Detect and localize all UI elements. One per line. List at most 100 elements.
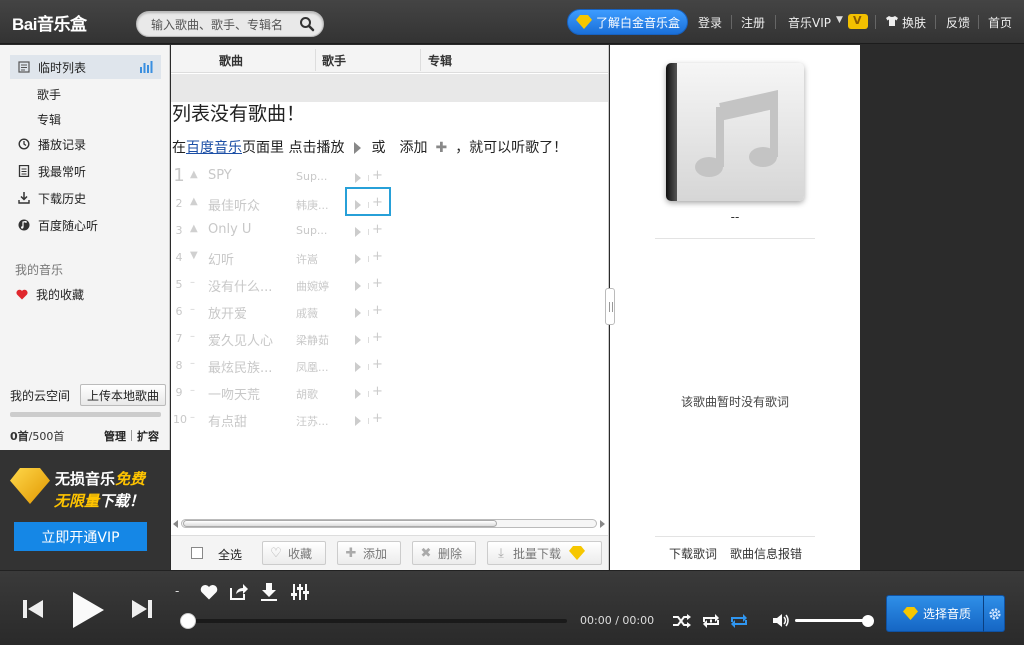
song-artist[interactable]: Sup... xyxy=(296,224,332,237)
scroll-left-icon[interactable] xyxy=(173,520,178,528)
horizontal-scrollbar[interactable] xyxy=(171,517,608,529)
share-icon[interactable] xyxy=(230,583,248,600)
song-row[interactable]: 9– 一吻天荒 胡歌 + xyxy=(171,381,396,407)
song-title[interactable]: 没有什么... xyxy=(208,276,286,295)
column-header-song[interactable]: 歌曲 xyxy=(219,52,243,69)
play-icon[interactable] xyxy=(355,227,361,237)
column-header-artist[interactable]: 歌手 xyxy=(322,52,346,69)
previous-track-icon[interactable] xyxy=(22,599,44,619)
volume-icon[interactable] xyxy=(773,613,790,628)
plus-icon[interactable]: + xyxy=(372,411,383,426)
sidebar-item-play-history[interactable]: 播放记录 xyxy=(10,132,161,156)
play-icon[interactable] xyxy=(355,416,361,426)
play-icon[interactable] xyxy=(355,335,361,345)
song-artist[interactable]: 凤凰... xyxy=(296,359,332,375)
song-title[interactable]: 一吻天荒 xyxy=(208,384,286,403)
feedback-link[interactable]: 反馈 xyxy=(946,14,970,31)
favorite-button[interactable]: ♡ 收藏 xyxy=(262,541,326,565)
equalizer-settings-icon[interactable] xyxy=(291,584,309,600)
chevron-down-icon[interactable]: ▼ xyxy=(836,15,843,25)
plus-icon[interactable]: + xyxy=(372,330,383,345)
repeat-icon[interactable] xyxy=(730,613,748,629)
music-vip-link[interactable]: 音乐VIP xyxy=(788,14,831,31)
play-icon[interactable] xyxy=(355,389,361,399)
song-row[interactable]: 8– 最炫民族... 凤凰... + xyxy=(171,354,396,380)
register-link[interactable]: 注册 xyxy=(741,14,765,31)
play-icon[interactable] xyxy=(355,281,361,291)
login-link[interactable]: 登录 xyxy=(698,14,722,31)
play-icon[interactable] xyxy=(71,591,105,629)
expand-capacity-link[interactable]: 扩容 xyxy=(137,428,159,444)
progress-handle[interactable] xyxy=(180,613,196,629)
song-row[interactable]: 3 ▲ Only U Sup... + xyxy=(171,219,396,245)
volume-handle[interactable] xyxy=(862,615,874,627)
batch-download-button[interactable]: ⤓ 批量下载 xyxy=(487,541,602,565)
loop-one-icon[interactable] xyxy=(702,613,720,629)
song-title[interactable]: 幻听 xyxy=(208,249,286,268)
song-artist[interactable]: 梁静茹 xyxy=(296,332,332,348)
column-header-album[interactable]: 专辑 xyxy=(428,52,452,69)
sidebar-item-download-history[interactable]: 下载历史 xyxy=(10,186,161,210)
song-row[interactable]: 4 ▼ 幻听 许嵩 + xyxy=(171,246,396,272)
next-track-icon[interactable] xyxy=(131,599,153,619)
play-icon[interactable] xyxy=(355,254,361,264)
sidebar-item-current-list[interactable]: 临时列表 xyxy=(10,55,161,79)
song-title[interactable]: SPY xyxy=(208,168,286,183)
song-artist[interactable]: 许嵩 xyxy=(296,251,332,267)
sidebar-item-singer[interactable]: 歌手 xyxy=(37,86,61,103)
play-icon[interactable] xyxy=(355,308,361,318)
song-artist[interactable]: 胡歌 xyxy=(296,386,332,402)
song-artist[interactable]: 汪苏... xyxy=(296,413,332,429)
skin-link[interactable]: 换肤 xyxy=(902,14,926,31)
manage-link[interactable]: 管理 xyxy=(104,428,126,444)
song-artist[interactable]: Sup... xyxy=(296,170,332,183)
open-vip-button[interactable]: 立即开通VIP xyxy=(14,522,147,551)
plus-icon[interactable]: + xyxy=(372,357,383,372)
song-title[interactable]: 最炫民族... xyxy=(208,357,286,376)
plus-icon[interactable]: + xyxy=(372,222,383,237)
search-input[interactable] xyxy=(151,16,296,33)
sidebar-item-baidu-random[interactable]: 百度随心听 xyxy=(10,213,161,237)
song-row[interactable]: 5– 没有什么... 曲婉婷 + xyxy=(171,273,396,299)
quality-settings-button[interactable] xyxy=(983,595,1005,632)
home-link[interactable]: 首页 xyxy=(988,14,1012,31)
song-artist[interactable]: 曲婉婷 xyxy=(296,278,332,294)
song-artist[interactable]: 韩庚... xyxy=(296,197,332,213)
tshirt-icon[interactable] xyxy=(886,15,898,27)
shuffle-icon[interactable] xyxy=(673,614,691,628)
song-title[interactable]: 放开爱 xyxy=(208,303,286,322)
baidu-music-logo[interactable]: Bai音乐盒 xyxy=(12,7,87,37)
play-icon[interactable] xyxy=(355,362,361,372)
plus-icon[interactable]: + xyxy=(372,384,383,399)
upload-local-songs-button[interactable]: 上传本地歌曲 xyxy=(80,384,166,406)
song-title[interactable]: Only U xyxy=(208,222,286,237)
add-button[interactable]: ✚ 添加 xyxy=(337,541,401,565)
report-song-error-link[interactable]: 歌曲信息报错 xyxy=(730,545,802,562)
panel-collapse-handle[interactable] xyxy=(605,288,615,325)
sidebar-item-album[interactable]: 专辑 xyxy=(37,111,61,128)
scroll-right-icon[interactable] xyxy=(600,520,605,528)
sidebar-item-most-played[interactable]: 我最常听 xyxy=(10,159,161,183)
platinum-music-box-button[interactable]: 了解白金音乐盒 xyxy=(567,9,688,35)
song-row[interactable]: 6– 放开爱 戚薇 + xyxy=(171,300,396,326)
song-artist[interactable]: 戚薇 xyxy=(296,305,332,321)
select-all-label[interactable]: 全选 xyxy=(218,546,242,563)
song-row[interactable]: 10– 有点甜 汪苏... + xyxy=(171,408,396,434)
plus-icon[interactable]: + xyxy=(372,249,383,264)
progress-bar[interactable] xyxy=(186,619,567,623)
sidebar-item-favorites[interactable]: 我的收藏 xyxy=(10,282,161,306)
select-quality-button[interactable]: 选择音质 xyxy=(886,595,984,632)
baidu-music-link[interactable]: 百度音乐 xyxy=(186,140,242,156)
search-icon[interactable] xyxy=(299,16,315,32)
plus-icon[interactable]: + xyxy=(372,276,383,291)
select-all-checkbox[interactable] xyxy=(191,547,203,559)
heart-icon[interactable] xyxy=(200,584,218,600)
song-title[interactable]: 有点甜 xyxy=(208,411,286,430)
scrollbar-thumb[interactable] xyxy=(183,520,497,527)
song-row[interactable]: 7– 爱久见人心 梁静茹 + xyxy=(171,327,396,353)
plus-icon[interactable]: + xyxy=(372,303,383,318)
download-icon[interactable] xyxy=(261,583,277,601)
plus-icon[interactable]: + xyxy=(372,168,383,183)
play-icon[interactable] xyxy=(355,173,361,183)
volume-slider[interactable] xyxy=(795,619,868,622)
